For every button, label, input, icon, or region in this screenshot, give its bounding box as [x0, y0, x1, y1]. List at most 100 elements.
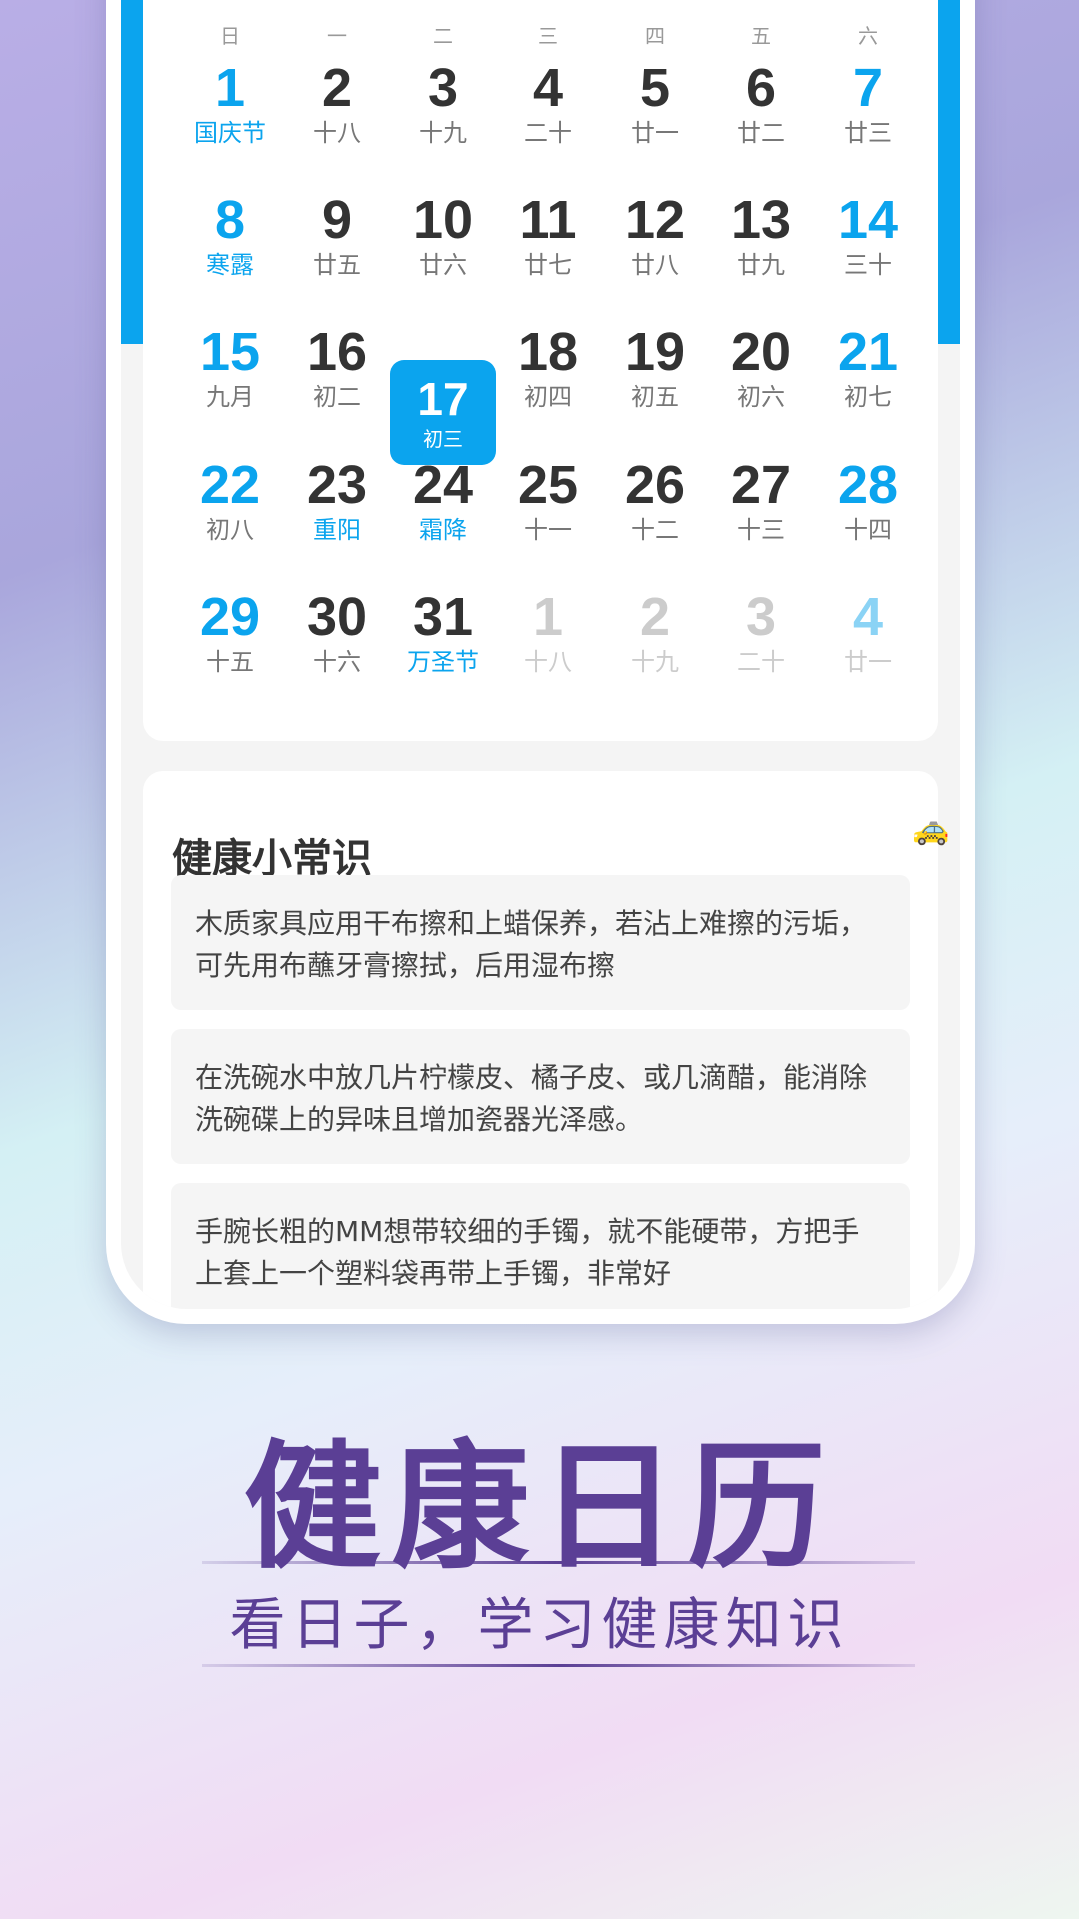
day-number: 31 [412, 587, 474, 647]
lunar-date: 十三 [737, 516, 785, 544]
weekday-header: 六 [858, 24, 878, 48]
calendar-day[interactable]: 31 万圣节 [390, 579, 496, 685]
tip-item[interactable]: 木质家具应用干布擦和上蜡保养，若沾上难擦的污垢，可先用布蘸牙膏擦拭，后用湿布擦 [171, 875, 910, 1010]
calendar-day[interactable]: 27 十三 [708, 447, 814, 553]
lunar-date: 二十 [524, 119, 572, 147]
day-number: 15 [199, 322, 261, 382]
day-number: 3 [427, 58, 459, 118]
calendar-day[interactable]: 10 廿六 [390, 182, 496, 288]
day-number: 2 [639, 587, 671, 647]
day-number: 16 [306, 322, 368, 382]
calendar-day[interactable]: 19 初五 [602, 314, 708, 420]
calendar-day[interactable]: 24 霜降 [390, 447, 496, 553]
calendar-day[interactable]: 2 十九 [602, 579, 708, 685]
calendar-day[interactable]: 22 初八 [177, 447, 283, 553]
lunar-date: 寒露 [206, 251, 254, 279]
calendar-day[interactable]: 9 廿五 [284, 182, 390, 288]
lunar-date: 廿七 [524, 251, 572, 279]
divider [202, 1561, 915, 1564]
lunar-date: 初四 [524, 383, 572, 411]
day-number: 1 [214, 58, 246, 118]
lunar-date: 廿六 [419, 251, 467, 279]
lunar-date: 十五 [206, 648, 254, 676]
day-number: 3 [745, 587, 777, 647]
calendar-day[interactable]: 1 十八 [495, 579, 601, 685]
calendar-day[interactable]: 4 二十 [495, 50, 601, 156]
day-number: 29 [199, 587, 261, 647]
calendar-day[interactable]: 11 廿七 [495, 182, 601, 288]
tip-item[interactable]: 手腕长粗的MM想带较细的手镯，就不能硬带，方把手上套上一个塑料袋再带上手镯，非常… [171, 1183, 910, 1309]
day-number: 9 [321, 190, 353, 250]
app-screen: 日一二三四五六 1 国庆节 2 十八 3 十九 4 二十 5 廿一 6 廿二 7 廿三 8 寒露 9 廿五 10 廿六 1… [121, 0, 960, 1309]
lunar-date: 万圣节 [407, 648, 479, 676]
lunar-date: 十八 [313, 119, 361, 147]
calendar-day[interactable]: 28 十四 [815, 447, 921, 553]
lunar-date: 十九 [631, 648, 679, 676]
calendar-day[interactable]: 25 十一 [495, 447, 601, 553]
calendar-day[interactable]: 1 国庆节 [177, 50, 283, 156]
lunar-date: 初七 [844, 383, 892, 411]
calendar-day[interactable]: 8 寒露 [177, 182, 283, 288]
promo-subtitle: 看日子，学习健康知识 [229, 1593, 850, 1658]
day-number: 17 [417, 373, 469, 425]
day-number: 4 [532, 58, 564, 118]
calendar-day[interactable]: 4 廿一 [815, 579, 921, 685]
calendar-day[interactable]: 6 廿二 [708, 50, 814, 156]
lunar-date: 重阳 [313, 516, 361, 544]
lunar-date: 国庆节 [194, 119, 266, 147]
lunar-date: 十九 [419, 119, 467, 147]
taxi-icon[interactable]: 🚕 [912, 812, 949, 847]
lunar-date: 廿一 [631, 119, 679, 147]
lunar-date: 十四 [844, 516, 892, 544]
calendar-card: 日一二三四五六 1 国庆节 2 十八 3 十九 4 二十 5 廿一 6 廿二 7 廿三 8 寒露 9 廿五 10 廿六 1… [143, 0, 938, 741]
lunar-date: 霜降 [419, 516, 467, 544]
calendar-day[interactable]: 3 十九 [390, 50, 496, 156]
lunar-date: 廿五 [313, 251, 361, 279]
calendar-day[interactable]: 13 廿九 [708, 182, 814, 288]
calendar-day[interactable]: 20 初六 [708, 314, 814, 420]
calendar-day[interactable]: 29 十五 [177, 579, 283, 685]
day-number: 24 [412, 455, 474, 515]
lunar-date: 初六 [737, 383, 785, 411]
lunar-date: 十二 [631, 516, 679, 544]
weekday-header: 五 [751, 24, 771, 48]
day-number: 11 [519, 190, 577, 250]
tip-item[interactable]: 在洗碗水中放几片柠檬皮、橘子皮、或几滴醋，能消除洗碗碟上的异味且增加瓷器光泽感。 [171, 1029, 910, 1164]
day-number: 18 [517, 322, 579, 382]
calendar-day[interactable]: 26 十二 [602, 447, 708, 553]
calendar-day[interactable]: 16 初二 [284, 314, 390, 420]
day-number: 5 [639, 58, 671, 118]
calendar-day[interactable]: 7 廿三 [815, 50, 921, 156]
calendar-day[interactable]: 2 十八 [284, 50, 390, 156]
calendar-day[interactable]: 15 九月 [177, 314, 283, 420]
day-number: 1 [532, 587, 564, 647]
day-number: 28 [837, 455, 899, 515]
calendar-day[interactable]: 21 初七 [815, 314, 921, 420]
day-number: 6 [745, 58, 777, 118]
day-number: 27 [730, 455, 792, 515]
lunar-date: 二十 [737, 648, 785, 676]
promo-title: 健康日历 [243, 1427, 836, 1588]
calendar-day[interactable]: 23 重阳 [284, 447, 390, 553]
day-number: 7 [852, 58, 884, 118]
calendar-day[interactable]: 3 二十 [708, 579, 814, 685]
weekday-header: 一 [327, 24, 347, 48]
lunar-date: 三十 [844, 251, 892, 279]
calendar-day[interactable]: 14 三十 [815, 182, 921, 288]
lunar-date: 廿八 [631, 251, 679, 279]
day-number: 8 [214, 190, 246, 250]
calendar-day[interactable]: 18 初四 [495, 314, 601, 420]
lunar-date: 初五 [631, 383, 679, 411]
weekday-header: 二 [433, 24, 453, 48]
day-number: 14 [837, 190, 899, 250]
day-number: 13 [730, 190, 792, 250]
calendar-day[interactable]: 5 廿一 [602, 50, 708, 156]
calendar-day[interactable]: 12 廿八 [602, 182, 708, 288]
lunar-date: 廿三 [844, 119, 892, 147]
day-number: 30 [306, 587, 368, 647]
lunar-date: 十一 [524, 516, 572, 544]
calendar-day[interactable]: 30 十六 [284, 579, 390, 685]
phone-frame: 日一二三四五六 1 国庆节 2 十八 3 十九 4 二十 5 廿一 6 廿二 7 廿三 8 寒露 9 廿五 10 廿六 1… [106, 0, 975, 1324]
day-number: 4 [852, 587, 884, 647]
day-number: 23 [306, 455, 368, 515]
